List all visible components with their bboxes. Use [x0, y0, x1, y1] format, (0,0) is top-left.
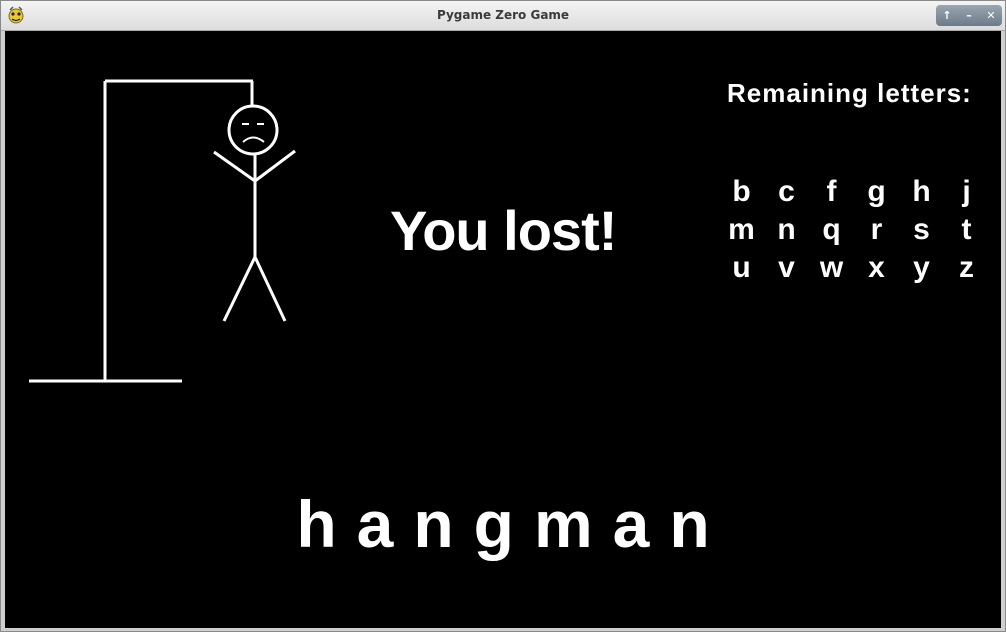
game-canvas[interactable]: You lost! Remaining letters: b c f g h j… — [5, 31, 1001, 628]
letter-key[interactable]: h — [899, 175, 944, 209]
letter-key[interactable]: j — [944, 175, 989, 209]
letter-key[interactable]: t — [944, 213, 989, 247]
frown-mouth — [242, 136, 265, 143]
letter-key[interactable]: w — [809, 251, 854, 285]
letter-key[interactable]: g — [854, 175, 899, 209]
revealed-word: hangman — [296, 487, 730, 561]
head — [227, 104, 279, 156]
game-window: Pygame Zero Game ↑ – ✕ You lost! Remaini… — [0, 0, 1006, 632]
letter-key[interactable]: n — [764, 213, 809, 247]
remaining-letters-grid: b c f g h j m n q r s t u v w x y z — [719, 175, 989, 285]
letter-key[interactable]: r — [854, 213, 899, 247]
remaining-letters-title: Remaining letters: — [727, 78, 972, 108]
right-leg — [253, 256, 287, 322]
close-button[interactable]: ✕ — [981, 6, 1001, 25]
restore-button[interactable]: ↑ — [937, 6, 957, 25]
left-arm — [213, 150, 256, 183]
sad-face — [242, 123, 265, 143]
window-controls: ↑ – ✕ — [936, 5, 1002, 26]
title-bar[interactable]: Pygame Zero Game ↑ – ✕ — [1, 1, 1005, 31]
letter-key[interactable]: v — [764, 251, 809, 285]
letter-key[interactable]: m — [719, 213, 764, 247]
letter-key[interactable]: q — [809, 213, 854, 247]
window-title: Pygame Zero Game — [436, 8, 570, 22]
minimize-button[interactable]: – — [959, 6, 979, 25]
game-status-message: You lost! — [390, 199, 617, 262]
letter-key[interactable]: c — [764, 175, 809, 209]
right-arm — [254, 149, 296, 183]
letter-key[interactable]: x — [854, 251, 899, 285]
letter-key[interactable]: u — [719, 251, 764, 285]
letter-key[interactable]: f — [809, 175, 854, 209]
letter-key[interactable]: y — [899, 251, 944, 285]
letter-key[interactable]: z — [944, 251, 989, 285]
letter-key[interactable]: b — [719, 175, 764, 209]
left-leg — [222, 256, 257, 322]
letter-key[interactable]: s — [899, 213, 944, 247]
